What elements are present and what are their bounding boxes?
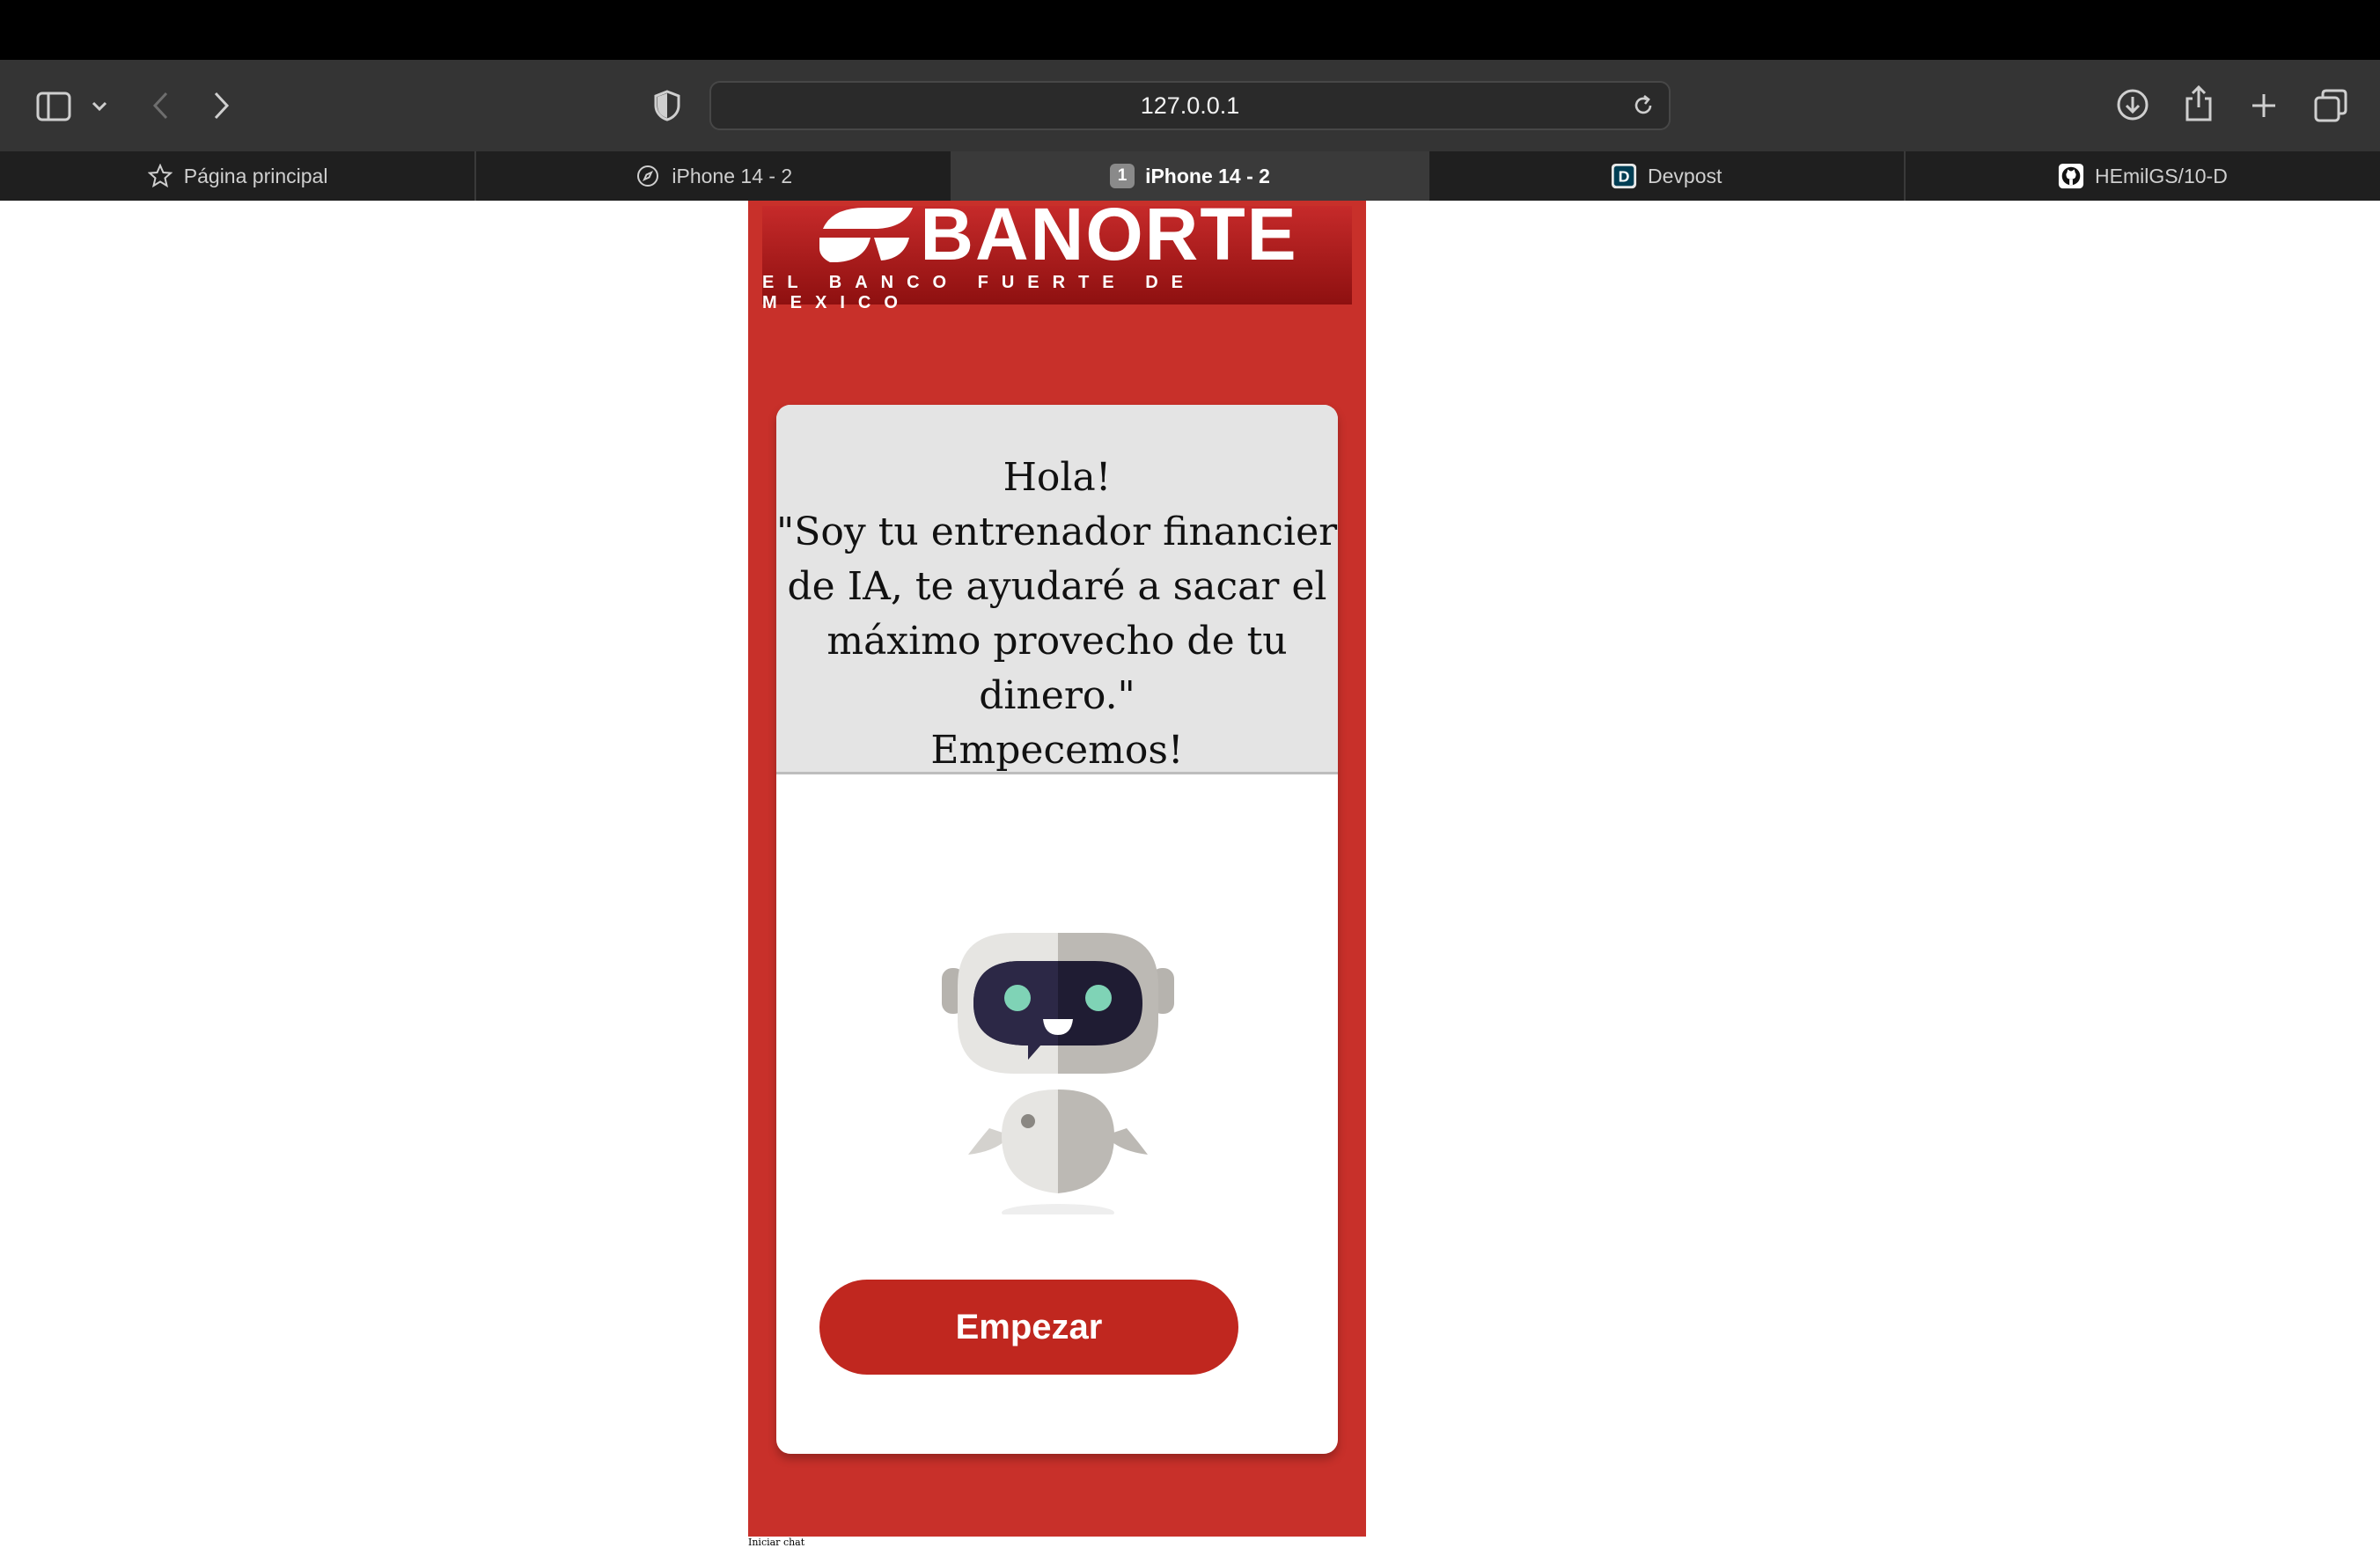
download-button[interactable] (2114, 86, 2151, 123)
greeting-line: Hola! (1003, 455, 1112, 500)
privacy-shield-button[interactable] (651, 86, 683, 125)
brand-name: BANORTE (920, 193, 1298, 275)
banorte-logo: BANORTE EL BANCO FUERTE DE MEXICO (762, 197, 1352, 312)
tab-devpost[interactable]: D Devpost (1429, 151, 1906, 201)
compass-icon (635, 163, 661, 189)
svg-text:D: D (1619, 168, 1630, 186)
tab-overview-button[interactable] (2311, 86, 2350, 125)
greeting-line: máximo provecho de tu (826, 619, 1288, 664)
star-icon (147, 163, 173, 189)
greeting-text: Hola! "Soy tu entrenador financiero de I… (776, 451, 1338, 778)
forward-button[interactable] (208, 88, 236, 123)
robot-assistant-illustration (942, 933, 1174, 1214)
greeting-line: de IA, te ayudaré a sacar el (787, 564, 1327, 609)
address-bar[interactable]: 127.0.0.1 (709, 81, 1671, 130)
sidebar-toggle-button[interactable] (33, 86, 74, 127)
tabs-overview-icon (2314, 89, 2347, 122)
tab-label: Devpost (1648, 164, 1723, 187)
greeting-panel: Hola! "Soy tu entrenador financiero de I… (776, 405, 1338, 774)
tab-label: HEmilGS/10-D (2095, 164, 2228, 187)
start-button[interactable]: Empezar (819, 1280, 1238, 1375)
chevron-left-icon (152, 92, 168, 120)
chevron-down-icon (92, 101, 107, 112)
shield-icon (654, 90, 680, 121)
menu-bar (0, 0, 2380, 60)
share-button[interactable] (2181, 83, 2216, 123)
share-icon (2185, 84, 2212, 121)
download-icon (2117, 89, 2149, 121)
back-button[interactable] (146, 88, 174, 123)
tab-label: iPhone 14 - 2 (672, 164, 793, 187)
devpost-icon: D (1611, 163, 1637, 189)
tab-home[interactable]: Página principal (0, 151, 477, 201)
plus-icon (2252, 94, 2275, 117)
greeting-line: Empecemos! (930, 728, 1184, 773)
start-chat-link[interactable]: Iniciar chat (748, 1537, 804, 1548)
chevron-right-icon (214, 92, 230, 120)
tab-number-badge: 1 (1110, 164, 1135, 188)
brand-tagline: EL BANCO FUERTE DE MEXICO (762, 273, 1196, 312)
address-text: 127.0.0.1 (1140, 92, 1240, 119)
tab-label: iPhone 14 - 2 (1145, 164, 1270, 187)
github-icon (2058, 163, 2084, 189)
tab-label: Página principal (183, 164, 328, 187)
greeting-line: "Soy tu entrenador financiero (776, 510, 1338, 554)
reload-icon[interactable] (1632, 94, 1655, 117)
tab-github[interactable]: HEmilGS/10-D (1906, 151, 2380, 201)
app-screen: BANORTE EL BANCO FUERTE DE MEXICO Hola! … (748, 197, 1366, 1537)
tab-iphone-1[interactable]: iPhone 14 - 2 (476, 151, 953, 201)
banorte-logo-icon (819, 208, 914, 262)
greeting-line: dinero." (979, 673, 1135, 718)
new-tab-button[interactable] (2246, 88, 2281, 123)
sidebar-icon (36, 92, 71, 121)
sidebar-menu-chevron[interactable] (88, 95, 111, 118)
